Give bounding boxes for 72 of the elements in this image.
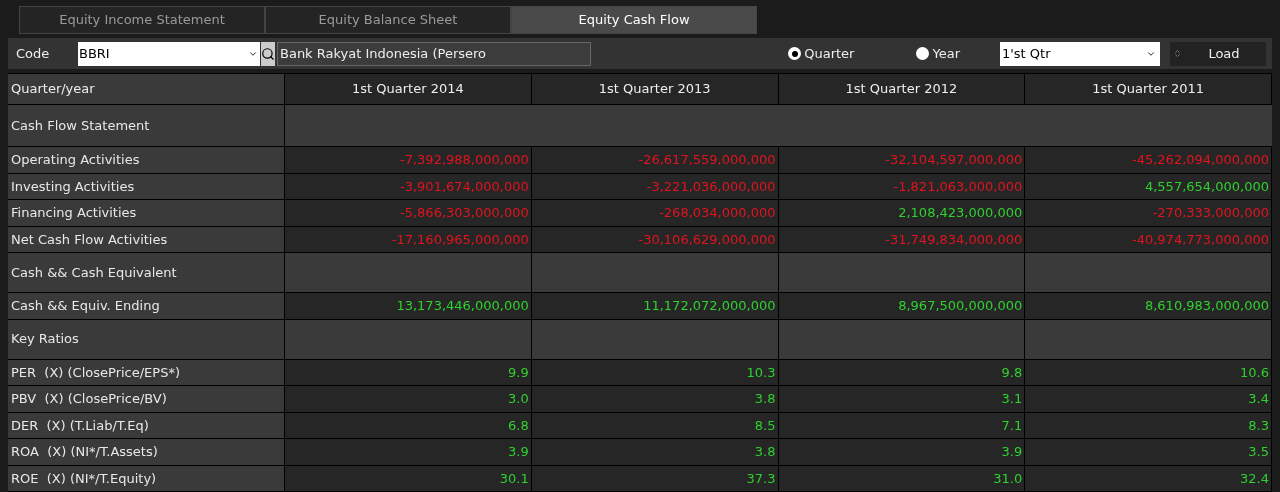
period-select[interactable]: 1'st Qtr xyxy=(1000,41,1160,66)
row-label: PER (X) (ClosePrice/EPS*) xyxy=(8,359,285,385)
value-cell: -1,821,063,000,000 xyxy=(778,173,1026,199)
value-cell: 3.9 xyxy=(285,439,532,465)
value-cell: 31.0 xyxy=(778,465,1026,491)
row-label: ROE (X) (NI*/T.Equity) xyxy=(8,465,285,491)
column-header: Quarter/year xyxy=(8,74,285,104)
column-header: 1st Quarter 2011 xyxy=(1025,74,1272,104)
period-radio[interactable]: Year xyxy=(916,43,960,64)
column-header: 1st Quarter 2013 xyxy=(531,74,779,104)
value-cell: 3.8 xyxy=(531,439,779,465)
value-cell: 3.1 xyxy=(778,386,1026,412)
row-label: Investing Activities xyxy=(8,173,285,199)
value-cell: 3.5 xyxy=(1025,439,1272,465)
load-button[interactable]: Load xyxy=(1170,41,1266,66)
section-label: Cash && Cash Equivalent xyxy=(8,253,285,292)
section-label: Cash Flow Statement xyxy=(8,105,285,146)
value-cell: -32,104,597,000,000 xyxy=(778,147,1026,173)
radio-icon[interactable] xyxy=(916,47,930,60)
search-icon[interactable] xyxy=(261,41,275,66)
value-cell: 30.1 xyxy=(285,465,532,491)
value-cell: -30,106,629,000,000 xyxy=(531,226,779,252)
value-cell: 3.4 xyxy=(1025,386,1272,412)
value-cell: -7,392,988,000,000 xyxy=(285,147,532,173)
value-cell: -26,617,559,000,000 xyxy=(531,147,779,173)
value-cell: 8.5 xyxy=(531,412,779,438)
tab[interactable]: Equity Cash Flow xyxy=(511,6,757,34)
value-cell: 9.8 xyxy=(778,359,1026,385)
value-cell: 4,557,654,000,000 xyxy=(1025,173,1272,199)
value-cell: 7.1 xyxy=(778,412,1026,438)
tab[interactable]: Equity Income Statement xyxy=(19,6,265,34)
row-label: PBV (X) (ClosePrice/BV) xyxy=(8,386,285,412)
value-cell: 13,173,446,000,000 xyxy=(285,293,532,319)
row-label: Financing Activities xyxy=(8,200,285,226)
value-cell: 8.3 xyxy=(1025,412,1272,438)
value-cell: 3.8 xyxy=(531,386,779,412)
row-label: Net Cash Flow Activities xyxy=(8,226,285,252)
spinner-icon xyxy=(1173,49,1182,58)
tab[interactable]: Equity Balance Sheet xyxy=(265,6,511,34)
code-label: Code xyxy=(16,44,51,63)
company-name-field: Bank Rakyat Indonesia (Persero xyxy=(277,41,591,66)
value-cell: -31,749,834,000,000 xyxy=(778,226,1026,252)
value-cell: 10.6 xyxy=(1025,359,1272,385)
row-label: DER (X) (T.Liab/T.Eq) xyxy=(8,412,285,438)
row-label: Operating Activities xyxy=(8,147,285,173)
value-cell: -270,333,000,000 xyxy=(1025,200,1272,226)
value-cell: 37.3 xyxy=(531,465,779,491)
value-cell: 8,967,500,000,000 xyxy=(778,293,1026,319)
value-cell: 10.3 xyxy=(531,359,779,385)
column-header: 1st Quarter 2012 xyxy=(778,74,1026,104)
value-cell: -40,974,773,000,000 xyxy=(1025,226,1272,252)
code-field[interactable]: BBRI xyxy=(78,41,260,66)
value-cell: 11,172,072,000,000 xyxy=(531,293,779,319)
value-cell: -3,221,036,000,000 xyxy=(531,173,779,199)
row-label: ROA (X) (NI*/T.Assets) xyxy=(8,439,285,465)
period-radio[interactable]: Quarter xyxy=(788,43,855,64)
value-cell: -5,866,303,000,000 xyxy=(285,200,532,226)
value-cell: 32.4 xyxy=(1025,465,1272,491)
value-cell: -3,901,674,000,000 xyxy=(285,173,532,199)
value-cell: 3.0 xyxy=(285,386,532,412)
column-header: 1st Quarter 2014 xyxy=(285,74,532,104)
value-cell: -268,034,000,000 xyxy=(531,200,779,226)
value-cell: 3.9 xyxy=(778,439,1026,465)
value-cell: -17,160,965,000,000 xyxy=(285,226,532,252)
value-cell: 9.9 xyxy=(285,359,532,385)
value-cell: 8,610,983,000,000 xyxy=(1025,293,1272,319)
row-label: Cash && Equiv. Ending xyxy=(8,293,285,319)
value-cell: 6.8 xyxy=(285,412,532,438)
radio-icon[interactable] xyxy=(788,47,802,60)
value-cell: -45,262,094,000,000 xyxy=(1025,147,1272,173)
value-cell: 2,108,423,000,000 xyxy=(778,200,1026,226)
section-label: Key Ratios xyxy=(8,319,285,359)
